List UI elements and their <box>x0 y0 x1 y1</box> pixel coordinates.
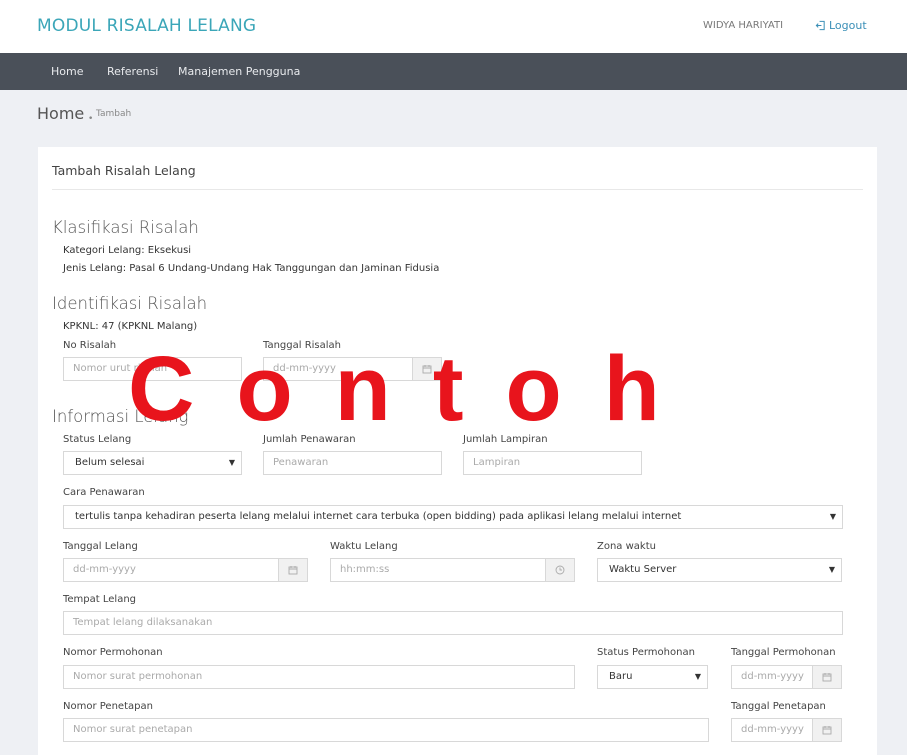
cara-penawaran-select[interactable]: tertulis tanpa kehadiran peserta lelang … <box>63 505 843 529</box>
clock-button[interactable] <box>545 559 574 581</box>
nomor-permohonan-label: Nomor Permohonan <box>63 647 163 658</box>
dropdown-caret-icon: ▼ <box>228 458 235 467</box>
zona-waktu-value: Waktu Server <box>609 564 677 575</box>
calendar-button[interactable] <box>812 666 841 688</box>
tanggal-penetapan-label: Tanggal Penetapan <box>731 701 826 712</box>
panel-title: Tambah Risalah Lelang <box>52 163 196 178</box>
tanggal-lelang-input[interactable]: dd-mm-yyyy <box>63 558 308 582</box>
breadcrumb: Home • Tambah <box>0 90 907 135</box>
status-permohonan-value: Baru <box>609 671 633 682</box>
user-name[interactable]: WIDYA HARIYATI <box>703 20 783 31</box>
no-risalah-label: No Risalah <box>63 340 117 351</box>
waktu-lelang-placeholder: hh:mm:ss <box>340 564 390 575</box>
watermark-text: Contoh <box>128 338 702 440</box>
brand-title[interactable]: MODUL RISALAH LELANG <box>37 16 256 36</box>
status-permohonan-select[interactable]: Baru ▼ <box>597 665 708 689</box>
calendar-icon <box>822 726 832 735</box>
status-lelang-value: Belum selesai <box>75 457 145 468</box>
jumlah-lampiran-input[interactable]: Lampiran <box>463 451 642 475</box>
nav-item-home[interactable]: Home <box>51 65 83 78</box>
tanggal-permohonan-label: Tanggal Permohonan <box>731 647 836 658</box>
zona-waktu-select[interactable]: Waktu Server ▼ <box>597 558 842 582</box>
tanggal-lelang-label: Tanggal Lelang <box>63 541 138 552</box>
calendar-button[interactable] <box>812 719 841 741</box>
waktu-lelang-label: Waktu Lelang <box>330 541 398 552</box>
logout-icon <box>815 20 825 31</box>
status-permohonan-label: Status Permohonan <box>597 647 695 658</box>
calendar-button[interactable] <box>278 559 307 581</box>
nomor-penetapan-label: Nomor Penetapan <box>63 701 153 712</box>
calendar-icon <box>822 673 832 682</box>
calendar-icon <box>288 566 298 575</box>
main-navbar: Home Referensi Manajemen Pengguna <box>0 53 907 90</box>
cara-penawaran-value: tertulis tanpa kehadiran peserta lelang … <box>75 511 682 522</box>
status-lelang-label: Status Lelang <box>63 434 132 445</box>
logout-link[interactable]: Logout <box>815 19 867 32</box>
nomor-permohonan-input[interactable]: Nomor surat permohonan <box>63 665 575 689</box>
tanggal-lelang-placeholder: dd-mm-yyyy <box>73 564 136 575</box>
kategori-lelang-text: Kategori Lelang: Eksekusi <box>63 245 192 256</box>
nav-item-referensi[interactable]: Referensi <box>107 65 158 78</box>
jumlah-penawaran-input[interactable]: Penawaran <box>263 451 442 475</box>
breadcrumb-current: Tambah <box>96 109 132 119</box>
dropdown-caret-icon: ▼ <box>694 672 701 681</box>
waktu-lelang-input[interactable]: hh:mm:ss <box>330 558 575 582</box>
klasifikasi-heading: Klasifikasi Risalah <box>52 218 199 237</box>
identifikasi-heading: Identifikasi Risalah <box>52 294 208 313</box>
nomor-penetapan-input[interactable]: Nomor surat penetapan <box>63 718 709 742</box>
clock-icon <box>555 565 565 575</box>
form-panel: Tambah Risalah Lelang Klasifikasi Risala… <box>38 147 877 755</box>
cara-penawaran-label: Cara Penawaran <box>63 487 145 498</box>
tempat-lelang-input[interactable]: Tempat lelang dilaksanakan <box>63 611 843 635</box>
dropdown-caret-icon: ▼ <box>829 512 836 521</box>
zona-waktu-label: Zona waktu <box>597 541 656 552</box>
tanggal-penetapan-placeholder: dd-mm-yyyy <box>741 724 804 735</box>
logout-label: Logout <box>829 19 867 32</box>
breadcrumb-separator: • <box>88 114 94 124</box>
breadcrumb-home[interactable]: Home <box>37 104 84 123</box>
top-bar: MODUL RISALAH LELANG WIDYA HARIYATI Logo… <box>0 0 907 53</box>
panel-divider <box>52 189 863 190</box>
tanggal-permohonan-input[interactable]: dd-mm-yyyy <box>731 665 842 689</box>
nav-item-manajemen-pengguna[interactable]: Manajemen Pengguna <box>178 65 300 78</box>
tempat-lelang-label: Tempat Lelang <box>63 594 137 605</box>
status-lelang-select[interactable]: Belum selesai ▼ <box>63 451 242 475</box>
tanggal-permohonan-placeholder: dd-mm-yyyy <box>741 671 804 682</box>
tanggal-penetapan-input[interactable]: dd-mm-yyyy <box>731 718 842 742</box>
kpknl-text: KPKNL: 47 (KPKNL Malang) <box>63 321 198 332</box>
jenis-lelang-text: Jenis Lelang: Pasal 6 Undang-Undang Hak … <box>63 263 440 274</box>
dropdown-caret-icon: ▼ <box>828 565 835 574</box>
